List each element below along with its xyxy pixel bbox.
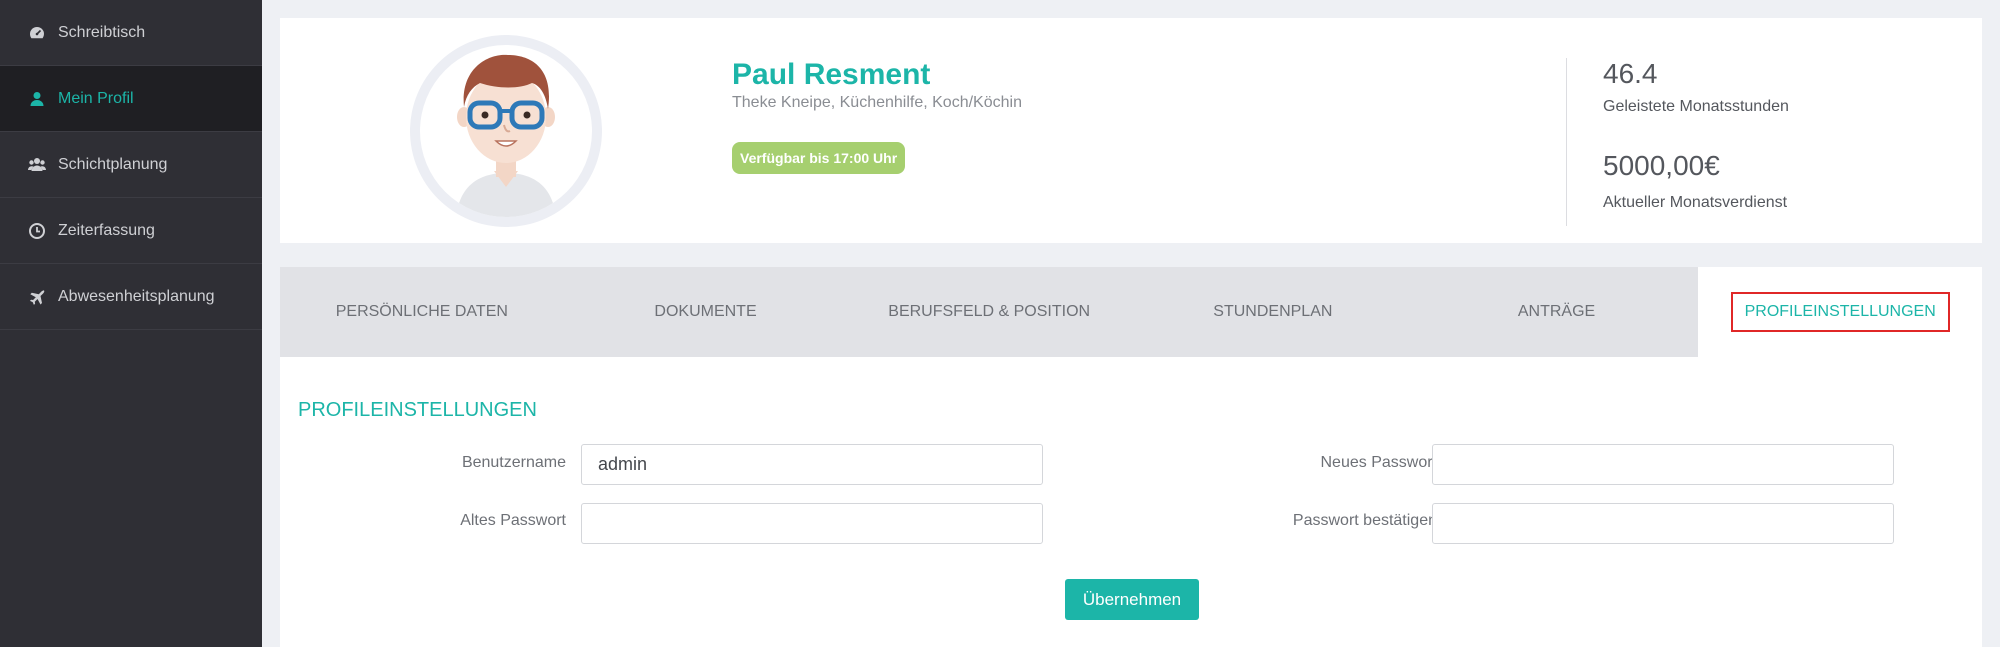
tab-antraege[interactable]: ANTRÄGE <box>1415 267 1699 357</box>
new-password-input[interactable] <box>1432 444 1894 485</box>
monthly-hours-label: Geleistete Monatsstunden <box>1603 98 1789 115</box>
sidebar-item-label: Schichtplanung <box>58 155 168 173</box>
confirm-password-label: Passwort bestätigen <box>1292 512 1437 529</box>
avatar <box>410 35 602 227</box>
monthly-hours-value: 46.4 <box>1603 58 1658 89</box>
availability-badge: Verfügbar bis 17:00 Uhr <box>732 142 906 174</box>
confirm-password-input[interactable] <box>1432 503 1894 544</box>
tab-profileinstellungen-label: PROFILEINSTELLUNGEN <box>1730 292 1950 332</box>
tab-stundenplan[interactable]: STUNDENPLAN <box>1131 267 1415 357</box>
sidebar-item-label: Schreibtisch <box>58 23 146 41</box>
tab-persoenliche-daten[interactable]: PERSÖNLICHE DATEN <box>280 267 564 357</box>
old-password-label: Altes Passwort <box>460 512 566 529</box>
user-icon <box>28 90 46 108</box>
sidebar-item-label: Zeiterfassung <box>58 221 155 239</box>
sidebar-item-label: Mein Profil <box>58 89 134 107</box>
tab-dokumente[interactable]: DOKUMENTE <box>564 267 848 357</box>
sidebar-item-schreibtisch[interactable]: Schreibtisch <box>0 0 262 66</box>
tab-berufsfeld-position[interactable]: BERUFSFELD & POSITION <box>847 267 1131 357</box>
tab-profileinstellungen[interactable]: PROFILEINSTELLUNGEN <box>1698 267 1983 357</box>
new-password-label: Neues Passwort <box>1320 454 1438 471</box>
username-label: Benutzername <box>461 454 566 471</box>
submit-button[interactable]: Übernehmen <box>1065 579 1199 620</box>
sidebar: Schreibtisch Mein Profil Schichtplanung … <box>0 0 262 647</box>
old-password-input[interactable] <box>581 503 1043 544</box>
dashboard-icon <box>28 24 46 42</box>
sidebar-item-label: Abwesenheitsplanung <box>58 287 215 305</box>
sidebar-item-schichtplanung[interactable]: Schichtplanung <box>0 132 262 198</box>
monthly-earnings-value: 5000,00€ <box>1603 150 1720 181</box>
sidebar-item-zeiterfassung[interactable]: Zeiterfassung <box>0 198 262 264</box>
sidebar-item-abwesenheitsplanung[interactable]: Abwesenheitsplanung <box>0 264 262 330</box>
profile-settings-panel: PROFILEINSTELLUNGEN Benutzername Altes P… <box>280 357 1982 647</box>
monthly-earnings-label: Aktueller Monatsverdienst <box>1603 194 1788 211</box>
profile-roles: Theke Kneipe, Küchenhilfe, Koch/Köchin <box>732 94 1022 111</box>
section-title: PROFILEINSTELLUNGEN <box>298 399 537 421</box>
clock-icon <box>28 222 46 240</box>
stats-divider <box>1566 58 1567 226</box>
profile-name: Paul Resment <box>732 58 931 91</box>
profile-tabs: PERSÖNLICHE DATEN DOKUMENTE BERUFSFELD &… <box>280 267 1983 357</box>
sidebar-item-mein-profil[interactable]: Mein Profil <box>0 66 262 132</box>
profile-header-card: Paul Resment Theke Kneipe, Küchenhilfe, … <box>280 18 1982 243</box>
plane-icon <box>28 288 46 306</box>
avatar-illustration <box>420 45 592 217</box>
username-input[interactable] <box>581 444 1043 485</box>
users-icon <box>28 156 46 174</box>
